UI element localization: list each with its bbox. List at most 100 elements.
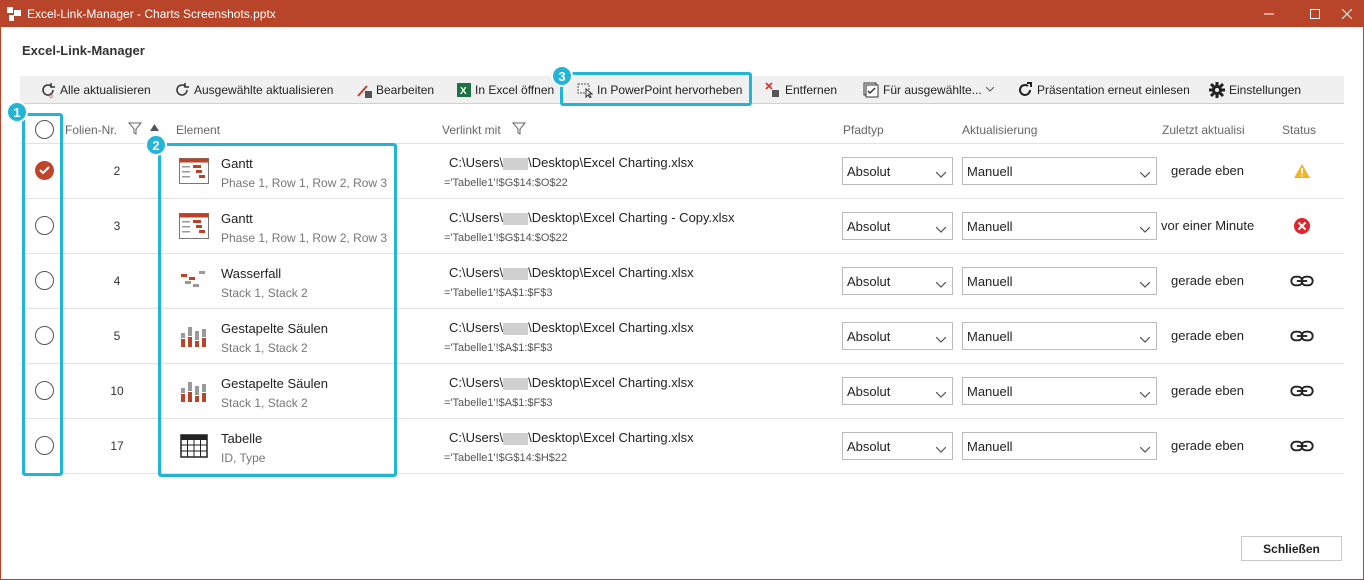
open-in-excel-button[interactable]: X In Excel öffnen xyxy=(457,76,554,104)
update-mode-value: Manuell xyxy=(967,274,1013,289)
cell-range-reference: ='Tabelle1'!$G$14:$H$22 xyxy=(444,452,568,464)
chevron-down-icon xyxy=(1139,441,1151,456)
link-icon[interactable] xyxy=(1290,271,1314,291)
callout-box-3 xyxy=(560,72,752,106)
slide-number: 4 xyxy=(113,274,121,288)
path-type-select[interactable]: Absolut xyxy=(842,267,953,295)
app-window: Excel-Link-Manager - Charts Screenshots.… xyxy=(0,0,1364,580)
redacted-username xyxy=(503,157,529,170)
slide-number: 10 xyxy=(110,384,124,398)
refresh-selected-label: Ausgewählte aktualisieren xyxy=(194,83,334,97)
error-icon[interactable] xyxy=(1290,216,1314,236)
path-type-value: Absolut xyxy=(847,219,891,234)
chevron-down-icon xyxy=(935,386,947,401)
column-header-status[interactable]: Status xyxy=(1282,123,1316,137)
linked-file-path: C:\Users\ \Desktop\Excel Charting.xlsx xyxy=(449,265,694,280)
excel-icon: X xyxy=(457,83,471,97)
column-header-path-type[interactable]: Pfadtyp xyxy=(843,123,884,137)
warning-icon[interactable] xyxy=(1290,161,1314,181)
refresh-all-label: Alle aktualisieren xyxy=(60,83,151,97)
callout-number-1: 1 xyxy=(6,101,28,123)
update-mode-select[interactable]: Manuell xyxy=(962,432,1157,460)
last-updated-time: gerade eben xyxy=(1171,328,1245,343)
update-mode-select[interactable]: Manuell xyxy=(962,267,1157,295)
redacted-username xyxy=(503,212,529,225)
column-header-element[interactable]: Element xyxy=(176,123,220,137)
edit-button[interactable]: Bearbeiten xyxy=(356,76,434,104)
path-type-select[interactable]: Absolut xyxy=(842,212,953,240)
update-mode-select[interactable]: Manuell xyxy=(962,157,1157,185)
chevron-down-icon xyxy=(1139,221,1151,236)
refresh-selected-button[interactable]: Ausgewählte aktualisieren xyxy=(174,76,333,104)
settings-label: Einstellungen xyxy=(1229,83,1302,97)
last-updated-time: gerade eben xyxy=(1171,383,1245,398)
filter-icon[interactable] xyxy=(128,122,142,135)
update-mode-select[interactable]: Manuell xyxy=(962,212,1157,240)
path-type-select[interactable]: Absolut xyxy=(842,157,953,185)
column-header-update[interactable]: Aktualisierung xyxy=(962,123,1037,137)
path-type-select[interactable]: Absolut xyxy=(842,322,953,350)
redacted-username xyxy=(503,322,529,335)
page-title: Excel-Link-Manager xyxy=(22,43,145,58)
app-logo-icon xyxy=(7,7,21,21)
settings-button[interactable]: Einstellungen xyxy=(1209,76,1301,104)
path-type-value: Absolut xyxy=(847,439,891,454)
update-mode-select[interactable]: Manuell xyxy=(962,322,1157,350)
last-updated-time: gerade eben xyxy=(1171,163,1245,178)
cell-range-reference: ='Tabelle1'!$G$14:$O$22 xyxy=(444,177,568,189)
refresh-icon: 6 xyxy=(42,83,55,98)
linked-file-path: C:\Users\ \Desktop\Excel Charting.xlsx xyxy=(449,320,694,335)
close-button[interactable]: Schließen xyxy=(1241,536,1342,561)
last-updated-time: vor einer Minute xyxy=(1161,218,1255,233)
remove-label: Entfernen xyxy=(785,83,838,97)
chevron-down-icon xyxy=(1139,276,1151,291)
cell-range-reference: ='Tabelle1'!$A$1:$F$3 xyxy=(444,287,553,299)
update-mode-select[interactable]: Manuell xyxy=(962,377,1157,405)
link-icon[interactable] xyxy=(1290,381,1314,401)
last-updated-time: gerade eben xyxy=(1171,273,1245,288)
remove-link-icon xyxy=(765,82,779,97)
chevron-down-icon xyxy=(1139,166,1151,181)
for-selected-dropdown[interactable]: Für ausgewählte... xyxy=(863,76,994,104)
title-bar: Excel-Link-Manager - Charts Screenshots.… xyxy=(1,1,1363,27)
path-prefix: C:\Users\ xyxy=(449,155,504,170)
path-prefix: C:\Users\ xyxy=(449,210,504,225)
update-mode-value: Manuell xyxy=(967,384,1013,399)
reload-presentation-button[interactable]: Präsentation erneut einlesen xyxy=(1017,76,1190,104)
chevron-down-icon xyxy=(935,166,947,181)
checklist-icon xyxy=(863,82,879,98)
refresh-all-button[interactable]: 6 Alle aktualisieren xyxy=(40,76,151,104)
path-prefix: C:\Users\ xyxy=(449,265,504,280)
column-header-last-updated[interactable]: Zuletzt aktualisi xyxy=(1162,123,1245,137)
chevron-down-icon xyxy=(935,331,947,346)
slide-number: 2 xyxy=(113,164,121,178)
maximize-button[interactable] xyxy=(1297,3,1333,25)
path-type-select[interactable]: Absolut xyxy=(842,377,953,405)
chevron-down-icon xyxy=(985,87,994,92)
remove-button[interactable]: Entfernen xyxy=(765,76,837,104)
slide-number: 5 xyxy=(113,329,121,343)
column-header-slide-no[interactable]: Folien-Nr. xyxy=(65,123,117,137)
linked-file-path: C:\Users\ \Desktop\Excel Charting.xlsx xyxy=(449,155,694,170)
path-prefix: C:\Users\ xyxy=(449,320,504,335)
edit-icon xyxy=(357,85,372,98)
path-type-select[interactable]: Absolut xyxy=(842,432,953,460)
update-mode-value: Manuell xyxy=(967,329,1013,344)
path-type-value: Absolut xyxy=(847,164,891,179)
path-type-value: Absolut xyxy=(847,274,891,289)
link-icon[interactable] xyxy=(1290,326,1314,346)
cell-range-reference: ='Tabelle1'!$A$1:$F$3 xyxy=(444,342,553,354)
sort-ascending-icon xyxy=(150,124,159,131)
close-window-button[interactable] xyxy=(1329,3,1364,25)
svg-text:X: X xyxy=(460,86,467,97)
window-title: Excel-Link-Manager - Charts Screenshots.… xyxy=(27,7,276,21)
column-header-linked-with[interactable]: Verlinkt mit xyxy=(442,123,501,137)
filter-icon[interactable] xyxy=(512,122,526,135)
minimize-button[interactable] xyxy=(1251,3,1287,25)
reload-presentation-label: Präsentation erneut einlesen xyxy=(1037,83,1190,97)
link-icon[interactable] xyxy=(1290,436,1314,456)
path-suffix: \Desktop\Excel Charting.xlsx xyxy=(528,155,694,170)
reload-icon xyxy=(1019,82,1032,96)
path-prefix: C:\Users\ xyxy=(449,375,504,390)
linked-file-path: C:\Users\ \Desktop\Excel Charting.xlsx xyxy=(449,375,694,390)
